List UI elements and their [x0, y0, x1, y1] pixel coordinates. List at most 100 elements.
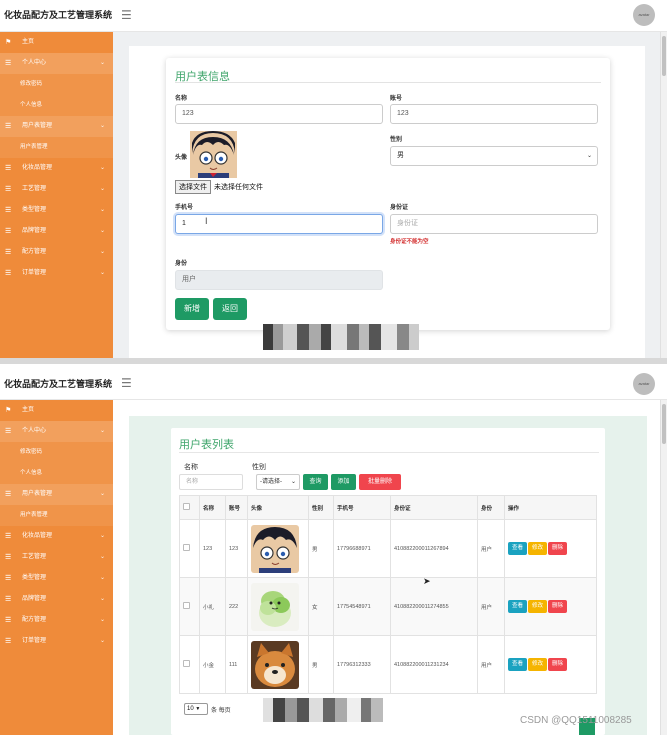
cell-actions: 查看 修改 删除 [504, 577, 597, 636]
mosaic-watermark [263, 324, 419, 350]
chevron-down-icon: ⌄ [99, 165, 105, 171]
column-header: 账号 [225, 495, 248, 520]
idcard-input[interactable]: 身份证 [390, 214, 598, 234]
filter-gender-select[interactable]: -请选择- ⌄ [256, 474, 300, 490]
cell-name: 123 [199, 519, 226, 578]
divider [179, 452, 599, 453]
sidebar-item[interactable]: ☰ 类型管理 ⌄ [0, 200, 113, 221]
sidebar-subitem[interactable]: 用户表管理 [0, 137, 113, 158]
filter-name-input[interactable]: 名称 [179, 474, 243, 490]
sidebar-subitem[interactable]: 修改密码 [0, 442, 113, 463]
sidebar-item[interactable]: ☰ 配方管理 ⌄ [0, 242, 113, 263]
sidebar-subitem[interactable]: 个人信息 [0, 463, 113, 484]
delete-button[interactable]: 删除 [548, 542, 568, 555]
user-table: 名称 账号 头像 性别 手机号 身份证 身份 操作 123 123 男 1779… [179, 495, 597, 694]
system-title: 化妆品配方及工艺管理系统 [4, 379, 113, 389]
sidebar-item[interactable]: ☰ 工艺管理 ⌄ [0, 179, 113, 200]
menu-toggle-icon[interactable]: ☰ [121, 8, 132, 22]
name-input[interactable]: 123 [175, 104, 383, 124]
sidebar-item-label: 品牌管理 [22, 596, 47, 602]
sidebar-item-label: 类型管理 [22, 575, 47, 581]
sidebar-item[interactable]: ☰ 用户表管理 ⌄ [0, 116, 113, 137]
sidebar-subitem[interactable]: 用户表管理 [0, 505, 113, 526]
user-avatar[interactable]: avatar [633, 373, 655, 395]
page-size-select[interactable]: 10 ▼ [184, 703, 208, 715]
avatar-preview-image [190, 131, 237, 178]
select-all-checkbox[interactable] [183, 503, 190, 510]
sidebar-item[interactable]: ☰ 订单管理 ⌄ [0, 631, 113, 652]
table-row: 小礼 222 女 17754548971 410882200011274855 … [179, 577, 597, 636]
select-all-checkbox-cell[interactable] [179, 495, 200, 520]
row-checkbox[interactable] [183, 660, 190, 667]
sidebar-item[interactable]: ☰ 品牌管理 ⌄ [0, 221, 113, 242]
sidebar-item-label: 化妆品管理 [22, 533, 53, 539]
delete-button[interactable]: 删除 [548, 658, 568, 671]
add-button[interactable]: 添加 [331, 474, 356, 490]
chevron-down-icon: ▼ [195, 706, 201, 712]
row-checkbox[interactable] [183, 544, 190, 551]
role-input: 用户 [175, 270, 383, 290]
filter-name-label: 名称 [184, 464, 198, 471]
user-avatar[interactable]: avatar [633, 4, 655, 26]
sidebar-item[interactable]: ☰ 化妆品管理 ⌄ [0, 158, 113, 179]
cartoon-avatar-icon [251, 524, 299, 573]
gender-select[interactable]: 男 ⌄ [390, 146, 598, 166]
view-button[interactable]: 查看 [508, 600, 528, 613]
sidebar-item-label: 用户表管理 [22, 123, 53, 129]
search-button[interactable]: 查询 [303, 474, 328, 490]
edit-button[interactable]: 修改 [528, 542, 548, 555]
menu-toggle-icon[interactable]: ☰ [121, 376, 132, 390]
sidebar-item[interactable]: ⚑ 主页 [0, 32, 113, 53]
sidebar-item[interactable]: ☰ 个人中心 ⌄ [0, 53, 113, 74]
cell-actions: 查看 修改 删除 [504, 519, 597, 578]
top-bar: 化妆品配方及工艺管理系统 ☰ avatar [0, 0, 667, 32]
column-header: 手机号 [333, 495, 391, 520]
back-button[interactable]: 返回 [213, 298, 247, 320]
edit-button[interactable]: 修改 [528, 600, 548, 613]
list-icon: ☰ [5, 533, 12, 540]
submit-button[interactable]: 新增 [175, 298, 209, 320]
sidebar-item-label: 配方管理 [22, 617, 47, 623]
sidebar-item[interactable]: ☰ 用户表管理 ⌄ [0, 484, 113, 505]
choose-file-button[interactable]: 选择文件 [175, 180, 211, 194]
sidebar-item[interactable]: ☰ 化妆品管理 ⌄ [0, 526, 113, 547]
file-status: 未选择任何文件 [214, 184, 263, 191]
view-button[interactable]: 查看 [508, 658, 528, 671]
list-icon: ☰ [5, 270, 12, 277]
edit-button[interactable]: 修改 [528, 658, 548, 671]
view-button[interactable]: 查看 [508, 542, 528, 555]
page-scrollbar[interactable] [660, 400, 667, 735]
sidebar-item-label: 订单管理 [22, 270, 47, 276]
sidebar-item[interactable]: ☰ 类型管理 ⌄ [0, 568, 113, 589]
sidebar-item[interactable]: ☰ 个人中心 ⌄ [0, 421, 113, 442]
sidebar-subitem[interactable]: 个人信息 [0, 95, 113, 116]
top-bar: 化妆品配方及工艺管理系统 ☰ avatar [0, 364, 667, 400]
row-checkbox[interactable] [183, 602, 190, 609]
sidebar-item-label: 用户表管理 [22, 491, 53, 497]
page-scrollbar[interactable] [660, 32, 667, 358]
sidebar-item-label: 主页 [22, 407, 35, 413]
list-icon: ☰ [5, 428, 12, 435]
dog-avatar-icon [251, 640, 299, 689]
idcard-error: 身份证不能为空 [390, 239, 429, 245]
page-size-value: 10 [187, 706, 194, 712]
sidebar-item[interactable]: ☰ 订单管理 ⌄ [0, 263, 113, 284]
sidebar-item[interactable]: ☰ 工艺管理 ⌄ [0, 547, 113, 568]
account-input[interactable]: 123 [390, 104, 598, 124]
chevron-down-icon: ⌄ [586, 153, 592, 159]
delete-button[interactable]: 删除 [548, 600, 568, 613]
sidebar-subitem[interactable]: 修改密码 [0, 74, 113, 95]
sidebar-item[interactable]: ☰ 品牌管理 ⌄ [0, 589, 113, 610]
column-header: 操作 [504, 495, 597, 520]
list-icon: ☰ [5, 60, 12, 67]
sidebar-item[interactable]: ⚑ 主页 [0, 400, 113, 421]
form-screen: 化妆品配方及工艺管理系统 ☰ avatar ⚑ 主页 ☰ 个人中心 ⌄ 修改密码 个人信息 ☰… [0, 0, 667, 358]
batch-delete-button[interactable]: 批量删除 [359, 474, 401, 490]
sidebar-item[interactable]: ☰ 配方管理 ⌄ [0, 610, 113, 631]
user-list-card: 用户表列表 名称 名称 性别 -请选择- ⌄ 查询 添加 批量删除 名称 账号 … [171, 428, 605, 735]
cell-idcard: 410882200011267894 [390, 519, 478, 578]
column-header: 头像 [247, 495, 309, 520]
phone-label: 手机号 [175, 205, 194, 211]
sidebar-item-label: 修改密码 [20, 81, 43, 87]
cell-actions: 查看 修改 删除 [504, 635, 597, 694]
